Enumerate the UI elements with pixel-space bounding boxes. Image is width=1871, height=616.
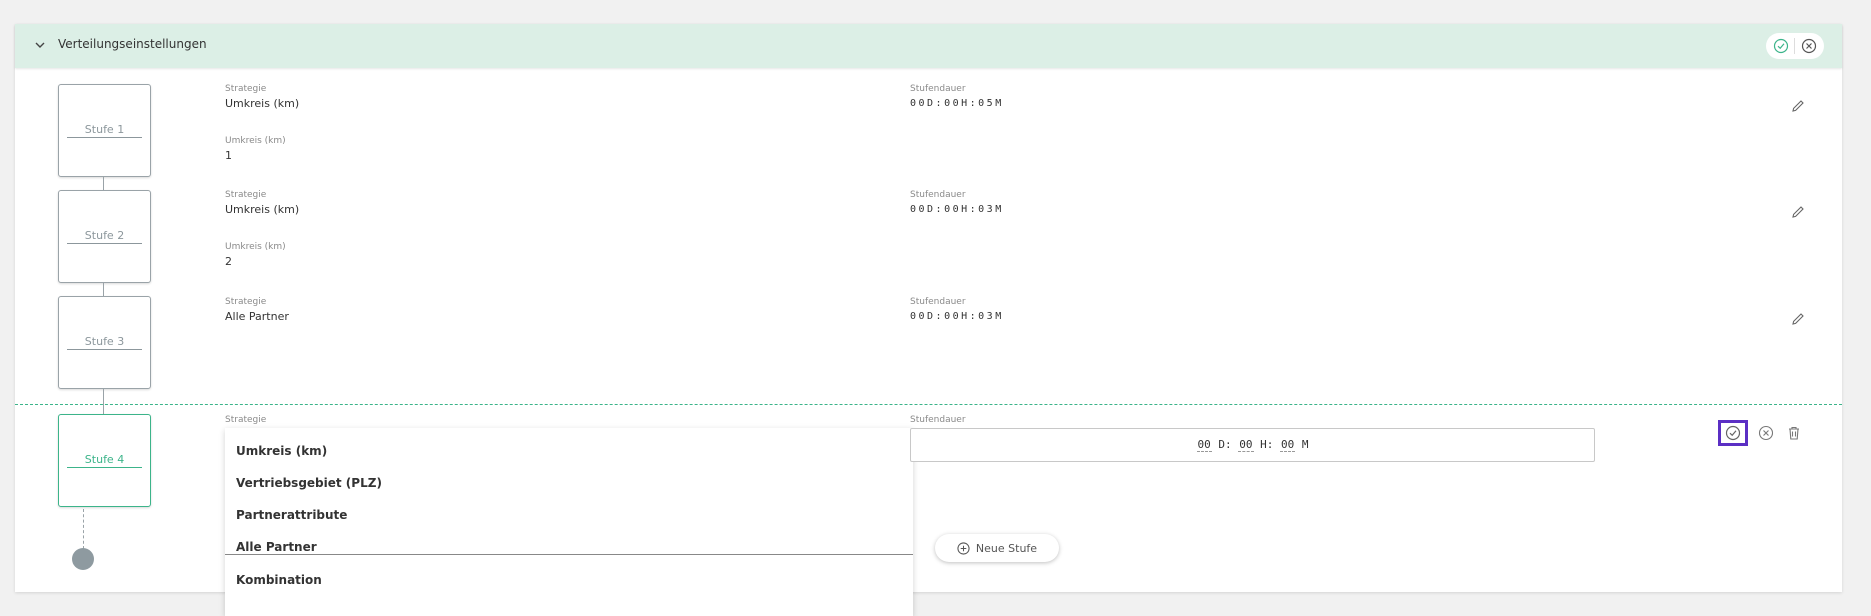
stage-box-1[interactable]: Stufe 1 bbox=[58, 84, 151, 177]
stage-box-3[interactable]: Stufe 3 bbox=[58, 296, 151, 389]
dropdown-option-kombination[interactable]: Kombination bbox=[236, 573, 322, 587]
duration-value: 00D:00H:03M bbox=[910, 311, 1004, 322]
duration-value: 00D:00H:05M bbox=[910, 98, 1004, 109]
new-stage-label: Neue Stufe bbox=[975, 541, 1038, 555]
stage-label: Stufe 2 bbox=[67, 229, 142, 244]
trash-icon[interactable] bbox=[1785, 424, 1803, 442]
header-actions bbox=[1766, 33, 1824, 59]
duration-label: Stufendauer bbox=[910, 297, 966, 307]
edit-row-separator bbox=[15, 404, 1842, 405]
dropdown-divider bbox=[225, 554, 913, 555]
radius-label: Umkreis (km) bbox=[225, 136, 286, 146]
strategy-label: Strategie bbox=[225, 297, 267, 307]
close-circle-icon[interactable] bbox=[1757, 424, 1775, 442]
strategy-value: Umkreis (km) bbox=[225, 203, 300, 216]
stage-label: Stufe 1 bbox=[67, 123, 142, 138]
dropdown-option-alle-partner[interactable]: Alle Partner bbox=[236, 540, 317, 554]
radius-value: 1 bbox=[225, 149, 232, 162]
stage-connector bbox=[103, 389, 104, 414]
stage-confirm-button[interactable] bbox=[1718, 420, 1748, 446]
dropdown-option-vertriebsgebiet[interactable]: Vertriebsgebiet (PLZ) bbox=[236, 476, 382, 490]
distribution-settings-panel: Verteilungseinstellungen Stufe 1 Stufe 2… bbox=[15, 24, 1842, 616]
strategy-label: Strategie bbox=[225, 84, 267, 94]
new-stage-button[interactable]: Neue Stufe bbox=[935, 534, 1059, 562]
duration-value: 00D:00H:03M bbox=[910, 204, 1004, 215]
header-actions-divider bbox=[1794, 38, 1796, 54]
strategy-dropdown[interactable]: Umkreis (km) Vertriebsgebiet (PLZ) Partn… bbox=[225, 428, 913, 616]
days-unit: D bbox=[1218, 438, 1225, 451]
header-confirm-button[interactable] bbox=[1772, 37, 1790, 55]
strategy-label: Strategie bbox=[225, 415, 267, 425]
pencil-icon[interactable] bbox=[1790, 98, 1806, 114]
pencil-icon[interactable] bbox=[1790, 204, 1806, 220]
radius-value: 2 bbox=[225, 255, 232, 268]
stage-connector-dashed bbox=[83, 509, 84, 549]
strategy-value: Umkreis (km) bbox=[225, 97, 300, 110]
check-circle-icon bbox=[1725, 425, 1741, 441]
panel-title: Verteilungseinstellungen bbox=[58, 37, 207, 51]
duration-input[interactable]: 00 D: 00 H: 00 M bbox=[910, 428, 1595, 462]
close-circle-icon bbox=[1801, 38, 1816, 54]
plus-circle-icon bbox=[957, 541, 970, 555]
stage-label: Stufe 3 bbox=[67, 335, 142, 350]
duration-separator: : bbox=[1266, 438, 1274, 451]
stage-box-4[interactable]: Stufe 4 bbox=[58, 414, 151, 507]
dropdown-option-umkreis[interactable]: Umkreis (km) bbox=[236, 444, 327, 458]
check-circle-icon bbox=[1774, 38, 1789, 54]
header-cancel-button[interactable] bbox=[1800, 37, 1818, 55]
pencil-icon[interactable] bbox=[1790, 311, 1806, 327]
days-segment[interactable]: 00 bbox=[1196, 438, 1212, 452]
stage-connector bbox=[103, 283, 104, 296]
panel-header[interactable]: Verteilungseinstellungen bbox=[15, 24, 1842, 68]
strategy-value: Alle Partner bbox=[225, 310, 289, 323]
duration-label: Stufendauer bbox=[910, 190, 966, 200]
minutes-unit: M bbox=[1301, 438, 1309, 451]
dropdown-option-partnerattribute[interactable]: Partnerattribute bbox=[236, 508, 347, 522]
radius-label: Umkreis (km) bbox=[225, 242, 286, 252]
stage-box-2[interactable]: Stufe 2 bbox=[58, 190, 151, 283]
duration-label: Stufendauer bbox=[910, 84, 966, 94]
duration-separator: : bbox=[1225, 438, 1232, 451]
timeline-end-dot bbox=[72, 548, 94, 570]
minutes-segment[interactable]: 00 bbox=[1280, 438, 1296, 452]
strategy-label: Strategie bbox=[225, 190, 267, 200]
hours-segment[interactable]: 00 bbox=[1238, 438, 1254, 452]
duration-input-segments: 00 D: 00 H: 00 M bbox=[911, 438, 1594, 452]
stage-connector bbox=[103, 177, 104, 190]
stage-label: Stufe 4 bbox=[67, 453, 142, 468]
duration-label: Stufendauer bbox=[910, 415, 966, 425]
hours-unit: H bbox=[1260, 438, 1267, 451]
chevron-down-icon[interactable] bbox=[33, 38, 47, 52]
